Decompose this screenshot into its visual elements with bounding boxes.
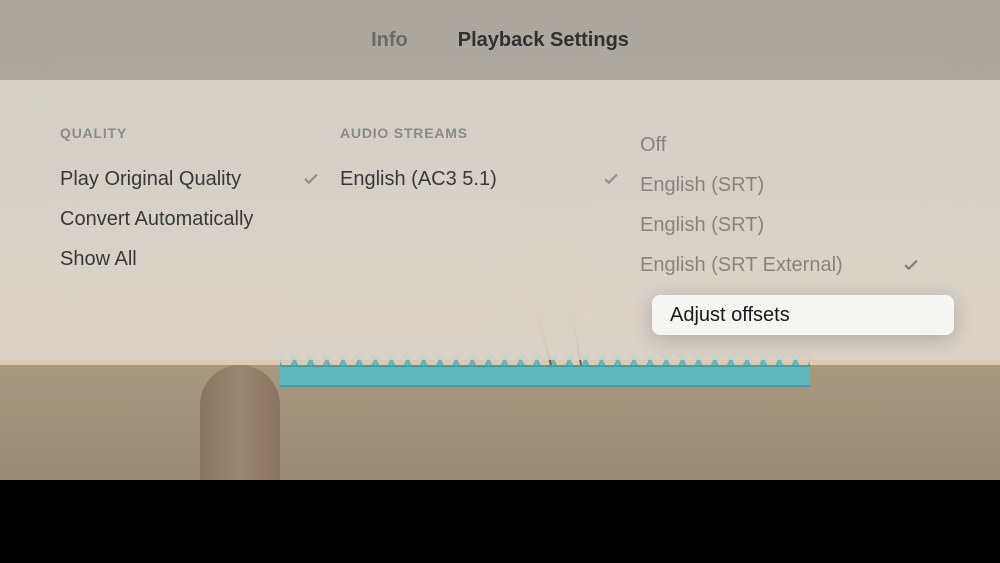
subtitle-option-english-srt-1[interactable]: English (SRT) bbox=[640, 165, 940, 205]
option-label: Convert Automatically bbox=[60, 208, 253, 231]
checkmark-icon bbox=[902, 256, 920, 274]
option-label: English (SRT) bbox=[640, 174, 764, 197]
bg-pillar bbox=[200, 365, 280, 480]
subtitle-option-english-srt-external[interactable]: English (SRT External) bbox=[640, 245, 940, 285]
subtitle-option-english-srt-2[interactable]: English (SRT) bbox=[640, 205, 940, 245]
tab-info[interactable]: Info bbox=[371, 29, 408, 52]
adjust-offsets-button[interactable]: Adjust offsets bbox=[652, 295, 954, 335]
option-label: Show All bbox=[60, 248, 137, 271]
quality-column: QUALITY Play Original Quality Convert Au… bbox=[60, 125, 340, 330]
audio-header: AUDIO STREAMS bbox=[340, 125, 640, 141]
option-label: Adjust offsets bbox=[670, 304, 790, 327]
option-label: English (SRT External) bbox=[640, 254, 843, 277]
subtitle-option-off[interactable]: Off bbox=[640, 125, 940, 165]
letterbox-bottom bbox=[0, 480, 1000, 563]
audio-column: AUDIO STREAMS English (AC3 5.1) bbox=[340, 125, 640, 330]
option-label: English (SRT) bbox=[640, 214, 764, 237]
quality-option-play-original[interactable]: Play Original Quality bbox=[60, 159, 340, 199]
bg-bridge bbox=[280, 365, 810, 387]
checkmark-icon bbox=[302, 170, 320, 188]
option-label: Off bbox=[640, 134, 666, 157]
option-label: Play Original Quality bbox=[60, 168, 241, 191]
audio-option-english-ac3[interactable]: English (AC3 5.1) bbox=[340, 159, 640, 199]
header-tabs: Info Playback Settings bbox=[0, 0, 1000, 80]
quality-option-show-all[interactable]: Show All bbox=[60, 239, 340, 279]
checkmark-icon bbox=[602, 170, 620, 188]
option-label: English (AC3 5.1) bbox=[340, 168, 497, 191]
quality-header: QUALITY bbox=[60, 125, 340, 141]
tab-playback-settings[interactable]: Playback Settings bbox=[458, 29, 629, 52]
quality-option-convert-auto[interactable]: Convert Automatically bbox=[60, 199, 340, 239]
